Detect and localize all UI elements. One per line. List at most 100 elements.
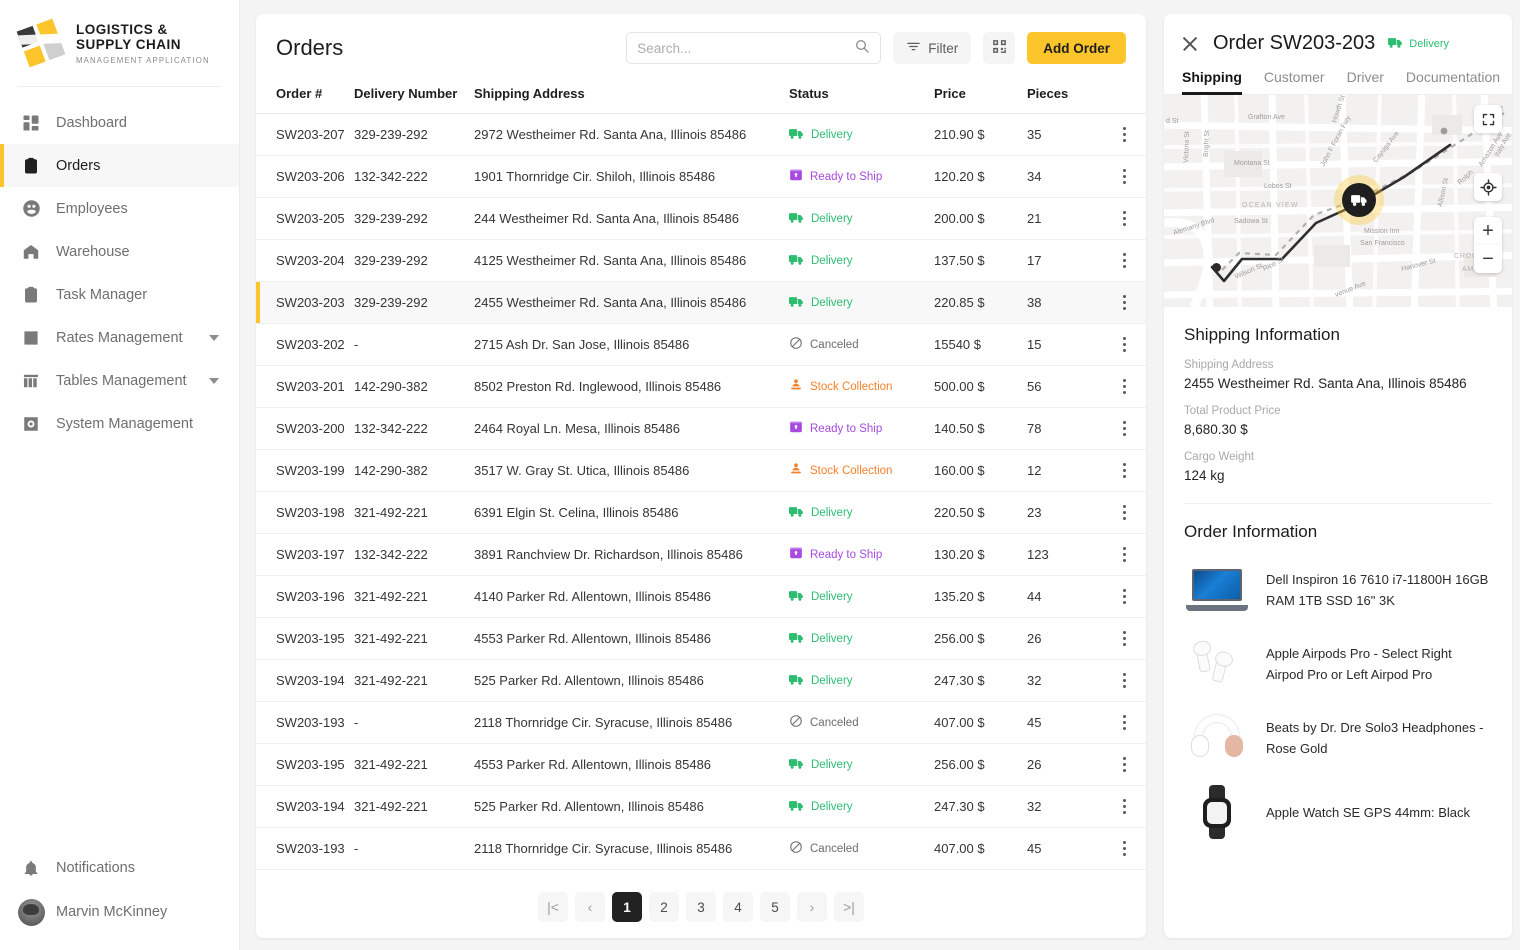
table-row[interactable]: SW203-203329-239-2922455 Westheimer Rd. … xyxy=(256,282,1146,324)
status-label: Stock Collection xyxy=(810,465,892,477)
svg-text:Sadowa St: Sadowa St xyxy=(1234,218,1268,225)
search-icon[interactable] xyxy=(854,38,870,59)
truck-position-marker[interactable] xyxy=(1342,183,1376,217)
locate-icon[interactable] xyxy=(1474,173,1502,201)
cell-delivery-number: 321-492-221 xyxy=(354,744,474,786)
task-check-icon xyxy=(20,284,42,306)
sidebar-item-notifications[interactable]: Notifications xyxy=(0,846,239,890)
pagination-prev[interactable]: ‹ xyxy=(575,892,605,922)
table-row[interactable]: SW203-193-2118 Thornridge Cir. Syracuse,… xyxy=(256,702,1146,744)
table-row[interactable]: SW203-201142-290-3828502 Preston Rd. Ing… xyxy=(256,366,1146,408)
cell-status: Canceled xyxy=(789,828,934,870)
search-input[interactable] xyxy=(637,41,848,56)
filter-button[interactable]: Filter xyxy=(893,32,971,64)
search-box[interactable] xyxy=(626,32,881,64)
row-menu-icon[interactable] xyxy=(1102,799,1146,814)
qr-scan-button[interactable] xyxy=(983,32,1015,64)
row-menu-icon[interactable] xyxy=(1102,379,1146,394)
row-menu-icon[interactable] xyxy=(1102,169,1146,184)
table-row[interactable]: SW203-194321-492-221525 Parker Rd. Allen… xyxy=(256,786,1146,828)
pagination-page-2[interactable]: 2 xyxy=(649,892,679,922)
table-row[interactable]: SW203-207329-239-2922972 Westheimer Rd. … xyxy=(256,114,1146,156)
row-menu-icon[interactable] xyxy=(1102,589,1146,604)
row-menu-icon[interactable] xyxy=(1102,841,1146,856)
col-pieces[interactable]: Pieces xyxy=(1027,78,1102,114)
zoom-out-icon[interactable]: − xyxy=(1474,245,1502,273)
close-icon[interactable] xyxy=(1180,34,1200,54)
product-list-item[interactable]: Dell Inspiron 16 7610 i7-11800H 16GB RAM… xyxy=(1184,556,1492,630)
row-menu-icon[interactable] xyxy=(1102,463,1146,478)
pagination-page-3[interactable]: 3 xyxy=(686,892,716,922)
row-menu-icon[interactable] xyxy=(1102,295,1146,310)
cell-delivery-number: 329-239-292 xyxy=(354,114,474,156)
sidebar-item-user-profile[interactable]: Marvin McKinney xyxy=(0,890,239,934)
table-row[interactable]: SW203-200132-342-2222464 Royal Ln. Mesa,… xyxy=(256,408,1146,450)
sidebar-item-dashboard[interactable]: Dashboard xyxy=(0,101,239,144)
table-row[interactable]: SW203-193-2118 Thornridge Cir. Syracuse,… xyxy=(256,828,1146,870)
pagination-page-1[interactable]: 1 xyxy=(612,892,642,922)
row-menu-icon[interactable] xyxy=(1102,211,1146,226)
cell-delivery-number: 329-239-292 xyxy=(354,240,474,282)
chevron-down-icon[interactable] xyxy=(209,335,219,341)
warehouse-icon xyxy=(20,241,42,263)
sidebar-item-warehouse[interactable]: Warehouse xyxy=(0,230,239,273)
fullscreen-icon[interactable] xyxy=(1474,105,1502,133)
product-list-item[interactable]: Beats by Dr. Dre Solo3 Headphones - Rose… xyxy=(1184,704,1492,778)
sidebar-item-system-management[interactable]: System Management xyxy=(0,402,239,445)
chevron-down-icon[interactable] xyxy=(209,378,219,384)
table-row[interactable]: SW203-197132-342-2223891 Ranchview Dr. R… xyxy=(256,534,1146,576)
pagination-last[interactable]: >| xyxy=(834,892,864,922)
table-row[interactable]: SW203-194321-492-221525 Parker Rd. Allen… xyxy=(256,660,1146,702)
product-list-item[interactable]: Apple Airpods Pro - Select Right Airpod … xyxy=(1184,630,1492,704)
zoom-in-icon[interactable]: + xyxy=(1474,217,1502,245)
pagination-next[interactable]: › xyxy=(797,892,827,922)
tab-driver[interactable]: Driver xyxy=(1347,69,1384,94)
table-row[interactable]: SW203-195321-492-2214553 Parker Rd. Alle… xyxy=(256,618,1146,660)
table-row[interactable]: SW203-204329-239-2924125 Westheimer Rd. … xyxy=(256,240,1146,282)
row-menu-icon[interactable] xyxy=(1102,631,1146,646)
add-order-button[interactable]: Add Order xyxy=(1027,32,1126,64)
delivery-map[interactable]: DISTR Grafton Ave Howth St Montana St Lo… xyxy=(1164,95,1512,307)
app-logo[interactable]: LOGISTICS & SUPPLY CHAIN MANAGEMENT APPL… xyxy=(0,0,239,84)
product-list-item[interactable]: Apple Watch SE GPS 44mm: Black xyxy=(1184,778,1492,852)
pagination-first[interactable]: |< xyxy=(538,892,568,922)
row-menu-icon[interactable] xyxy=(1102,715,1146,730)
row-menu-icon[interactable] xyxy=(1102,127,1146,142)
sidebar-item-orders[interactable]: Orders xyxy=(0,144,239,187)
cell-delivery-number: 329-239-292 xyxy=(354,198,474,240)
row-menu-icon[interactable] xyxy=(1102,757,1146,772)
col-order[interactable]: Order # xyxy=(256,78,354,114)
cell-status: Ready to Ship xyxy=(789,156,934,198)
col-status[interactable]: Status xyxy=(789,78,934,114)
table-row[interactable]: SW203-199142-290-3823517 W. Gray St. Uti… xyxy=(256,450,1146,492)
table-row[interactable]: SW203-206132-342-2221901 Thornridge Cir.… xyxy=(256,156,1146,198)
table-row[interactable]: SW203-196321-492-2214140 Parker Rd. Alle… xyxy=(256,576,1146,618)
cell-status: Delivery xyxy=(789,198,934,240)
table-row[interactable]: SW203-202-2715 Ash Dr. San Jose, Illinoi… xyxy=(256,324,1146,366)
tab-documentation[interactable]: Documentation xyxy=(1406,69,1500,94)
tab-shipping[interactable]: Shipping xyxy=(1182,69,1242,94)
row-menu-icon[interactable] xyxy=(1102,421,1146,436)
table-row[interactable]: SW203-205329-239-292244 Westheimer Rd. S… xyxy=(256,198,1146,240)
row-menu-icon[interactable] xyxy=(1102,253,1146,268)
sidebar-item-task-manager[interactable]: Task Manager xyxy=(0,273,239,316)
pagination-page-5[interactable]: 5 xyxy=(760,892,790,922)
sidebar-item-rates-management[interactable]: Rates Management xyxy=(0,316,239,359)
table-row[interactable]: SW203-198321-492-2216391 Elgin St. Celin… xyxy=(256,492,1146,534)
cell-delivery-number: 329-239-292 xyxy=(354,282,474,324)
col-delivery[interactable]: Delivery Number xyxy=(354,78,474,114)
tab-customer[interactable]: Customer xyxy=(1264,69,1325,94)
sidebar-item-tables-management[interactable]: Tables Management xyxy=(0,359,239,402)
row-menu-icon[interactable] xyxy=(1102,505,1146,520)
row-menu-icon[interactable] xyxy=(1102,337,1146,352)
table-row[interactable]: SW203-195321-492-2214553 Parker Rd. Alle… xyxy=(256,744,1146,786)
pagination-page-4[interactable]: 4 xyxy=(723,892,753,922)
sidebar-item-employees[interactable]: Employees xyxy=(0,187,239,230)
row-menu-icon[interactable] xyxy=(1102,673,1146,688)
airpods-image xyxy=(1193,638,1241,690)
col-price[interactable]: Price xyxy=(934,78,1027,114)
cell-actions xyxy=(1102,576,1146,618)
cell-actions xyxy=(1102,450,1146,492)
row-menu-icon[interactable] xyxy=(1102,547,1146,562)
col-address[interactable]: Shipping Address xyxy=(474,78,789,114)
